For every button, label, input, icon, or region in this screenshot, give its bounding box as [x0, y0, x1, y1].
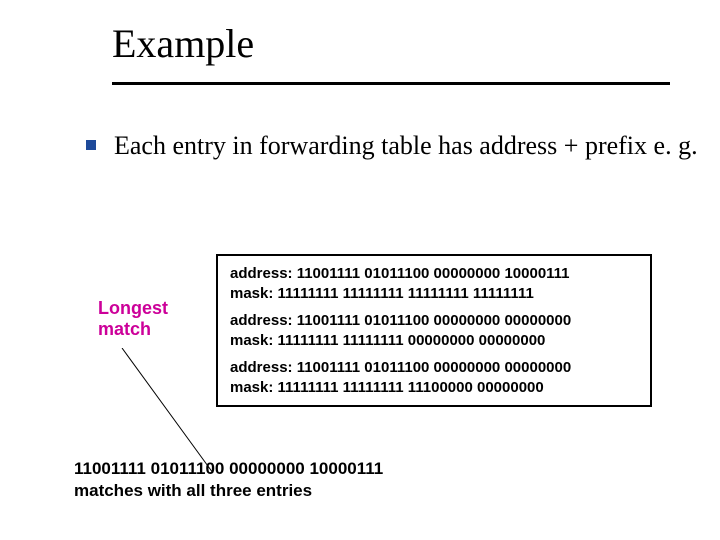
square-bullet-icon	[86, 140, 96, 150]
bullet-item: Each entry in forwarding table has addre…	[86, 128, 698, 163]
forwarding-table-box: address: 11001111 01011100 00000000 1000…	[216, 254, 652, 407]
slide-title: Example	[112, 20, 254, 67]
footer-line-1: 11001111 01011100 00000000 10000111	[74, 458, 383, 480]
label-line-2: match	[98, 319, 168, 340]
table-row: address: 11001111 01011100 00000000 0000…	[230, 311, 638, 350]
footer-line-2: matches with all three entries	[74, 480, 383, 502]
mask-line: mask: 11111111 11111111 11111111 1111111…	[230, 284, 638, 304]
address-line: address: 11001111 01011100 00000000 0000…	[230, 358, 638, 378]
footer-text: 11001111 01011100 00000000 10000111 matc…	[74, 458, 383, 502]
table-row: address: 11001111 01011100 00000000 1000…	[230, 264, 638, 303]
label-line-1: Longest	[98, 298, 168, 319]
address-line: address: 11001111 01011100 00000000 1000…	[230, 264, 638, 284]
address-line: address: 11001111 01011100 00000000 0000…	[230, 311, 638, 331]
title-underline	[112, 82, 670, 85]
bullet-text: Each entry in forwarding table has addre…	[114, 128, 698, 163]
mask-line: mask: 11111111 11111111 11100000 0000000…	[230, 378, 638, 398]
longest-match-label: Longest match	[98, 298, 168, 340]
table-row: address: 11001111 01011100 00000000 0000…	[230, 358, 638, 397]
mask-line: mask: 11111111 11111111 00000000 0000000…	[230, 331, 638, 351]
